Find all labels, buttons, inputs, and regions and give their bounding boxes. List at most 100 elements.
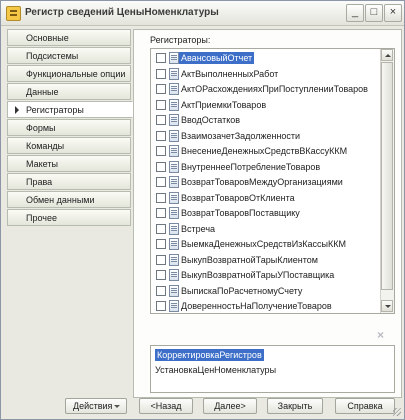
- registrator-label: Встреча: [181, 223, 216, 234]
- tab-item[interactable]: Прочее: [7, 209, 131, 226]
- registrator-checkbox[interactable]: [156, 208, 166, 218]
- arrow-up-icon: [385, 54, 391, 57]
- registrator-row[interactable]: ВнесениеДенежныхСредствВКассуККМ: [151, 143, 379, 159]
- registrator-row[interactable]: ВыпискаПоРасчетномуСчету: [151, 283, 379, 299]
- tab-item[interactable]: Обмен данными: [7, 191, 131, 208]
- registrator-row[interactable]: ВыемкаДенежныхСредствИзКассыККМ: [151, 236, 379, 252]
- registrator-row[interactable]: ВводОстатков: [151, 112, 379, 128]
- actions-button[interactable]: Действия: [65, 398, 127, 414]
- registrator-row[interactable]: АктОРасхожденияхПриПоступленииТоваров: [151, 81, 379, 97]
- registrator-label: ВводОстатков: [181, 115, 241, 125]
- registrator-checkbox[interactable]: [156, 146, 166, 156]
- registrators-label: Регистраторы:: [150, 35, 211, 45]
- registrator-checkbox[interactable]: [156, 130, 166, 141]
- registrator-checkbox[interactable]: [156, 285, 166, 296]
- document-icon: [169, 160, 179, 173]
- resize-grip-icon[interactable]: [393, 408, 401, 416]
- document-icon: [169, 145, 179, 157]
- registrator-label: ВозвратТоваровОтКлиента: [181, 192, 295, 203]
- clear-icon[interactable]: ×: [377, 328, 384, 342]
- tab-label: Данные: [26, 87, 59, 97]
- registrator-checkbox[interactable]: [156, 115, 166, 125]
- document-icon: [169, 176, 179, 188]
- registrator-row[interactable]: АвансовыйОтчет: [151, 50, 379, 66]
- registrator-row[interactable]: ВзаимозачетЗадолженности: [151, 128, 379, 144]
- document-icon: [169, 52, 179, 64]
- registrator-label: ВозвратТоваровМеждуОрганизациями: [181, 177, 343, 187]
- tab-item[interactable]: Команды: [7, 137, 131, 154]
- close-button[interactable]: Закрыть: [267, 398, 323, 414]
- document-icon: [169, 114, 179, 126]
- maximize-button[interactable]: □: [365, 4, 383, 22]
- registrator-checkbox[interactable]: [156, 192, 166, 203]
- back-button[interactable]: <Назад: [139, 398, 193, 414]
- registrator-checkbox[interactable]: [156, 239, 166, 249]
- registrator-row[interactable]: ВыкупВозвратнойТарыКлиентом: [151, 252, 379, 268]
- registrator-label: ВзаимозачетЗадолженности: [181, 130, 301, 141]
- document-icon: [169, 67, 179, 80]
- tab-label: Формы: [26, 123, 56, 133]
- minimize-button[interactable]: _: [346, 4, 364, 22]
- tab-label: Обмен данными: [26, 195, 95, 205]
- registrator-checkbox[interactable]: [156, 177, 166, 187]
- tab-item[interactable]: Регистраторы: [7, 101, 133, 118]
- registrator-row[interactable]: ВнутреннееПотреблениеТоваров: [151, 159, 379, 175]
- selected-registrator-item[interactable]: КорректировкаРегистров: [155, 349, 264, 361]
- dialog-window: Регистр сведений ЦеныНоменклатуры _ □ × …: [0, 0, 405, 420]
- registrator-checkbox[interactable]: [156, 254, 166, 265]
- document-icon: [169, 269, 179, 281]
- tab-item[interactable]: Формы: [7, 119, 131, 136]
- registrator-label: АктВыполненныхРабот: [181, 68, 279, 79]
- tab-label: Подсистемы: [26, 51, 79, 61]
- tab-item[interactable]: Функциональные опции: [7, 65, 131, 82]
- arrow-down-icon: [385, 305, 391, 308]
- chevron-down-icon: [114, 405, 120, 408]
- registrator-checkbox[interactable]: [156, 301, 166, 311]
- next-button[interactable]: Далее>: [203, 398, 257, 414]
- registrator-row[interactable]: ВозвратТоваровОтКлиента: [151, 190, 379, 206]
- registrator-label: АвансовыйОтчет: [179, 52, 255, 64]
- tab-label: Основные: [26, 33, 69, 43]
- registrator-checkbox[interactable]: [156, 53, 166, 63]
- registrator-row[interactable]: ВыкупВозвратнойТарыУПоставщика: [151, 267, 379, 283]
- tab-item[interactable]: Данные: [7, 83, 131, 100]
- register-icon: [6, 6, 21, 21]
- tab-item[interactable]: Права: [7, 173, 131, 190]
- registrator-row[interactable]: ВозвратТоваровПоставщику: [151, 205, 379, 221]
- registrator-checkbox[interactable]: [156, 161, 166, 172]
- registrator-checkbox[interactable]: [156, 99, 166, 110]
- document-icon: [169, 98, 179, 111]
- registrator-label: ВнутреннееПотреблениеТоваров: [181, 161, 321, 172]
- scroll-down-button[interactable]: [381, 300, 393, 312]
- scroll-up-button[interactable]: [381, 49, 393, 61]
- document-icon: [169, 207, 179, 219]
- selected-registrators-list[interactable]: КорректировкаРегистров УстановкаЦенНоменк…: [150, 345, 395, 393]
- registrator-label: ВыкупВозвратнойТарыУПоставщика: [181, 270, 335, 280]
- registrator-row[interactable]: ВозвратТоваровМеждуОрганизациями: [151, 174, 379, 190]
- registrator-checkbox[interactable]: [156, 68, 166, 79]
- registrator-row[interactable]: АктПриемкиТоваров: [151, 97, 379, 113]
- registrator-row[interactable]: АктВыполненныхРабот: [151, 66, 379, 82]
- selected-registrator-item[interactable]: УстановкаЦенНоменклатуры: [155, 364, 276, 376]
- registrator-row[interactable]: ДоверенностьНаПолучениеТоваров: [151, 298, 379, 313]
- registrator-label: ВнесениеДенежныхСредствВКассуККМ: [181, 146, 348, 156]
- tab-item[interactable]: Подсистемы: [7, 47, 131, 64]
- help-button[interactable]: Справка: [335, 398, 395, 414]
- registrator-checkbox[interactable]: [156, 84, 166, 94]
- registrator-row[interactable]: Встреча: [151, 221, 379, 237]
- registrators-panel: Регистраторы: АвансовыйОтчет АктВыполненн…: [133, 29, 402, 398]
- tab-item[interactable]: Макеты: [7, 155, 131, 172]
- registrators-scrollbar[interactable]: [380, 49, 394, 313]
- tab-item[interactable]: Основные: [7, 29, 131, 46]
- registrator-checkbox[interactable]: [156, 270, 166, 280]
- registrator-checkbox[interactable]: [156, 223, 166, 234]
- registrator-label: ДоверенностьНаПолучениеТоваров: [181, 301, 332, 311]
- close-window-button[interactable]: ×: [384, 4, 402, 22]
- scroll-thumb[interactable]: [381, 62, 393, 290]
- current-tab-arrow-icon: [15, 106, 19, 114]
- registrators-list[interactable]: АвансовыйОтчет АктВыполненныхРабот АктОРас…: [150, 48, 395, 314]
- registrator-label: АктОРасхожденияхПриПоступленииТоваров: [181, 84, 368, 94]
- tab-label: Прочее: [26, 213, 57, 223]
- title-bar: Регистр сведений ЦеныНоменклатуры _ □ ×: [1, 1, 404, 26]
- tab-label: Команды: [26, 141, 65, 151]
